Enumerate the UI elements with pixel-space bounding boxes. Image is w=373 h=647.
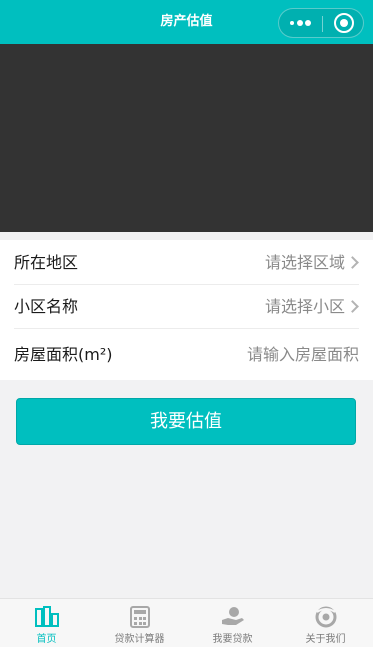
mini-program-capsule (278, 8, 364, 38)
tab-about-us-label: 关于我们 (305, 634, 346, 645)
community-picker-value[interactable]: 请选择小区 (265, 285, 345, 329)
community-label: 小区名称 (14, 297, 79, 316)
tab-about-us[interactable]: 关于我们 (279, 599, 372, 647)
tab-home[interactable]: 首页 (0, 599, 93, 647)
about-swirl-icon (315, 606, 337, 628)
tab-bar: 首页 贷款计算器 我要贷款 关于我们 (0, 598, 373, 647)
more-dot (305, 20, 311, 26)
nav-bar: 房产估值 (0, 0, 373, 44)
chevron-right-icon (346, 256, 359, 269)
valuation-form: 所在地区 请选择区域 小区名称 请选择小区 房屋面积(m²) (0, 240, 373, 380)
chevron-right-icon (346, 300, 359, 313)
more-dots-icon (290, 21, 294, 25)
banner-image (0, 44, 373, 232)
hand-money-icon (222, 607, 244, 625)
tab-loan-calculator[interactable]: 贷款计算器 (93, 599, 186, 647)
more-button[interactable] (279, 9, 322, 37)
more-dot (297, 20, 303, 26)
tab-home-label: 首页 (36, 634, 57, 645)
region-row[interactable]: 所在地区 请选择区域 (14, 241, 359, 285)
tab-apply-loan-label: 我要贷款 (212, 634, 253, 645)
region-picker-value[interactable]: 请选择区域 (265, 241, 345, 285)
tab-loan-calculator-label: 贷款计算器 (114, 634, 165, 645)
tab-apply-loan[interactable]: 我要贷款 (186, 599, 279, 647)
area-label: 房屋面积(m²) (14, 345, 113, 364)
calculator-icon (130, 606, 150, 628)
community-row[interactable]: 小区名称 请选择小区 (14, 285, 359, 329)
target-core (340, 19, 348, 27)
region-label: 所在地区 (14, 253, 79, 272)
estimate-button[interactable]: 我要估值 (16, 398, 356, 445)
area-row: 房屋面积(m²) (14, 329, 359, 380)
area-input[interactable] (159, 329, 359, 380)
buildings-icon (35, 606, 59, 627)
close-button[interactable] (322, 9, 365, 37)
